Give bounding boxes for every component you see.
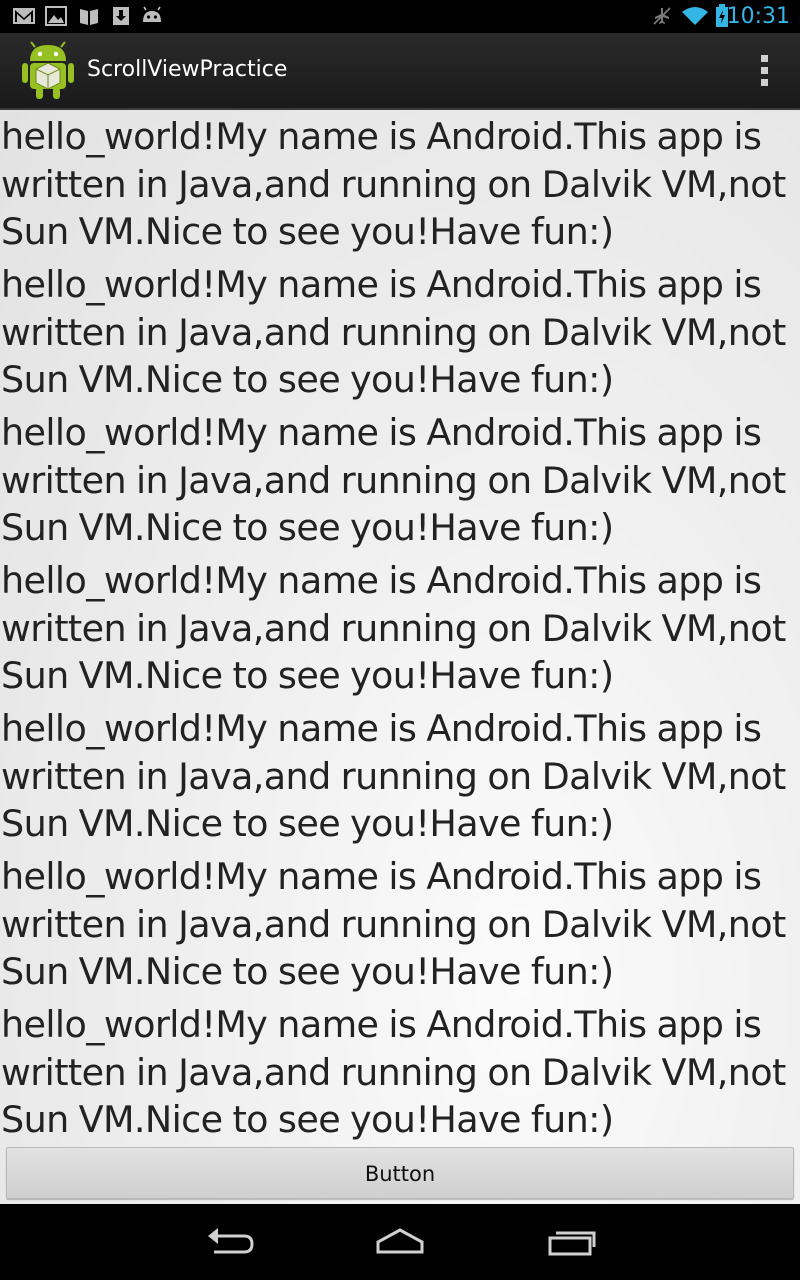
home-icon[interactable] <box>370 1222 430 1262</box>
android-app-icon[interactable] <box>20 41 76 101</box>
overflow-dot <box>761 67 768 74</box>
wifi-icon <box>682 7 708 25</box>
paragraph-list: hello_world!My name is Android.This app … <box>0 113 800 1149</box>
scroll-view[interactable]: hello_world!My name is Android.This app … <box>0 110 800 1204</box>
text-view: hello_world!My name is Android.This app … <box>1 707 786 845</box>
android-screen: 10:31 ScrollViewPractice hello_world!My … <box>0 0 800 1280</box>
overflow-dot <box>761 55 768 62</box>
overflow-dot <box>761 79 768 86</box>
overflow-menu-icon[interactable] <box>756 53 772 89</box>
text-view: hello_world!My name is Android.This app … <box>1 855 786 993</box>
android-debug-icon <box>143 6 161 22</box>
text-view: hello_world!My name is Android.This app … <box>1 263 786 401</box>
airplane-off-icon <box>653 7 671 25</box>
text-view: hello_world!My name is Android.This app … <box>1 115 786 253</box>
gallery-icon <box>45 6 67 26</box>
text-view: hello_world!My name is Android.This app … <box>1 559 786 697</box>
text-view: hello_world!My name is Android.This app … <box>1 1003 786 1141</box>
status-time: 10:31 <box>726 4 790 29</box>
books-icon <box>80 9 98 25</box>
recent-apps-icon[interactable] <box>542 1222 602 1262</box>
action-bar: ScrollViewPractice <box>0 33 800 110</box>
status-bar: 10:31 <box>0 0 800 33</box>
gmail-icon <box>13 8 35 24</box>
navigation-bar <box>0 1204 800 1280</box>
download-icon <box>113 7 129 25</box>
app-title: ScrollViewPractice <box>87 57 288 82</box>
back-icon[interactable] <box>200 1222 260 1262</box>
text-view: hello_world!My name is Android.This app … <box>1 411 786 549</box>
main-button[interactable]: Button <box>6 1147 794 1199</box>
